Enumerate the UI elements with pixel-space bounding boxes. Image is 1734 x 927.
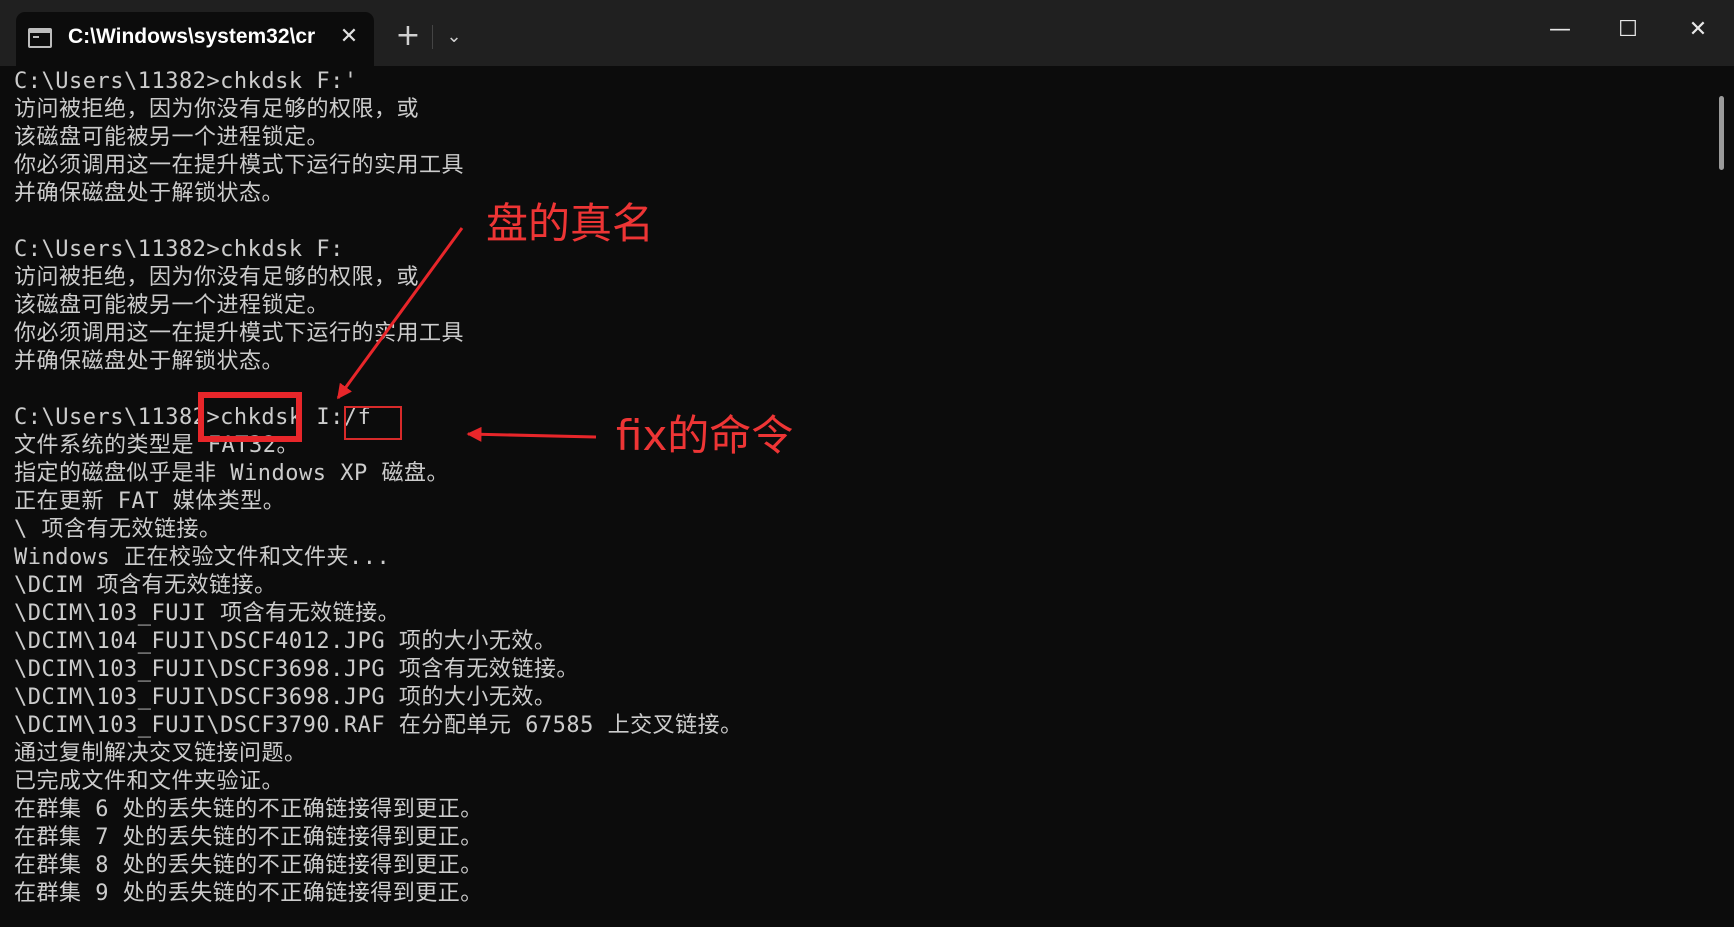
console-line: 并确保磁盘处于解锁状态。 <box>14 349 285 374</box>
close-button[interactable]: ✕ <box>1670 10 1726 50</box>
annotation-fix-command: fix的命令 <box>616 411 794 460</box>
maximize-button[interactable]: ☐ <box>1600 10 1656 50</box>
console-line: \DCIM\103_FUJI\DSCF3698.JPG 项含有无效链接。 <box>14 657 579 682</box>
terminal-window: C:\Windows\system32\cr ✕ + ⌄ — ☐ ✕ C:\Us… <box>0 0 1734 927</box>
console-line: 在群集 8 处的丢失链的不正确链接得到更正。 <box>14 853 483 878</box>
tab-cmd[interactable]: C:\Windows\system32\cr ✕ <box>16 12 374 66</box>
console-line: 该磁盘可能被另一个进程锁定。 <box>14 125 330 150</box>
console-line: 在群集 9 处的丢失链的不正确链接得到更正。 <box>14 881 483 906</box>
cmd-icon <box>28 28 52 48</box>
title-bar[interactable]: C:\Windows\system32\cr ✕ + ⌄ — ☐ ✕ <box>0 0 1734 66</box>
console-line: 并确保磁盘处于解锁状态。 <box>14 181 285 206</box>
highlight-box-flag <box>344 406 402 440</box>
console-line: 指定的磁盘似乎是非 Windows XP 磁盘。 <box>14 461 449 486</box>
console-line: 你必须调用这一在提升模式下运行的实用工具 <box>14 153 465 178</box>
minimize-button[interactable]: — <box>1532 10 1588 50</box>
console-line: C:\Users\11382>chkdsk F:' <box>14 69 358 94</box>
console-line: \DCIM\103_FUJI\DSCF3790.RAF 在分配单元 67585 … <box>14 713 743 738</box>
console-line: 通过复制解决交叉链接问题。 <box>14 741 307 766</box>
highlight-box-command <box>198 392 302 442</box>
tab-title: C:\Windows\system32\cr <box>68 25 316 48</box>
tab-close-icon[interactable]: ✕ <box>334 22 364 52</box>
annotation-disk-name: 盘的真名 <box>486 199 655 248</box>
console-line: Windows 正在校验文件和文件夹... <box>14 545 391 570</box>
console-line: 正在更新 FAT 媒体类型。 <box>14 489 286 514</box>
console-line: 在群集 6 处的丢失链的不正确链接得到更正。 <box>14 797 483 822</box>
console-line: 访问被拒绝，因为你没有足够的权限，或 <box>14 97 420 122</box>
toolbar-divider <box>432 25 433 49</box>
console-line: 你必须调用这一在提升模式下运行的实用工具 <box>14 321 465 346</box>
console-line: C:\Users\11382>chkdsk F: <box>14 237 344 262</box>
console-output[interactable]: C:\Users\11382>chkdsk F:' 访问被拒绝，因为你没有足够的… <box>14 68 1704 924</box>
console-line: \DCIM 项含有无效链接。 <box>14 573 277 598</box>
scrollbar-thumb[interactable] <box>1719 96 1724 170</box>
console-line: 该磁盘可能被另一个进程锁定。 <box>14 293 330 318</box>
console-line: \ 项含有无效链接。 <box>14 517 222 542</box>
console-line: \DCIM\104_FUJI\DSCF4012.JPG 项的大小无效。 <box>14 629 557 654</box>
chevron-down-icon[interactable]: ⌄ <box>436 19 472 55</box>
console-line: 已完成文件和文件夹验证。 <box>14 769 285 794</box>
console-line: \DCIM\103_FUJI\DSCF3698.JPG 项的大小无效。 <box>14 685 557 710</box>
console-line: 访问被拒绝，因为你没有足够的权限，或 <box>14 265 420 290</box>
console-line: 在群集 7 处的丢失链的不正确链接得到更正。 <box>14 825 483 850</box>
console-line: \DCIM\103_FUJI 项含有无效链接。 <box>14 601 401 626</box>
new-tab-button[interactable]: + <box>390 19 426 55</box>
